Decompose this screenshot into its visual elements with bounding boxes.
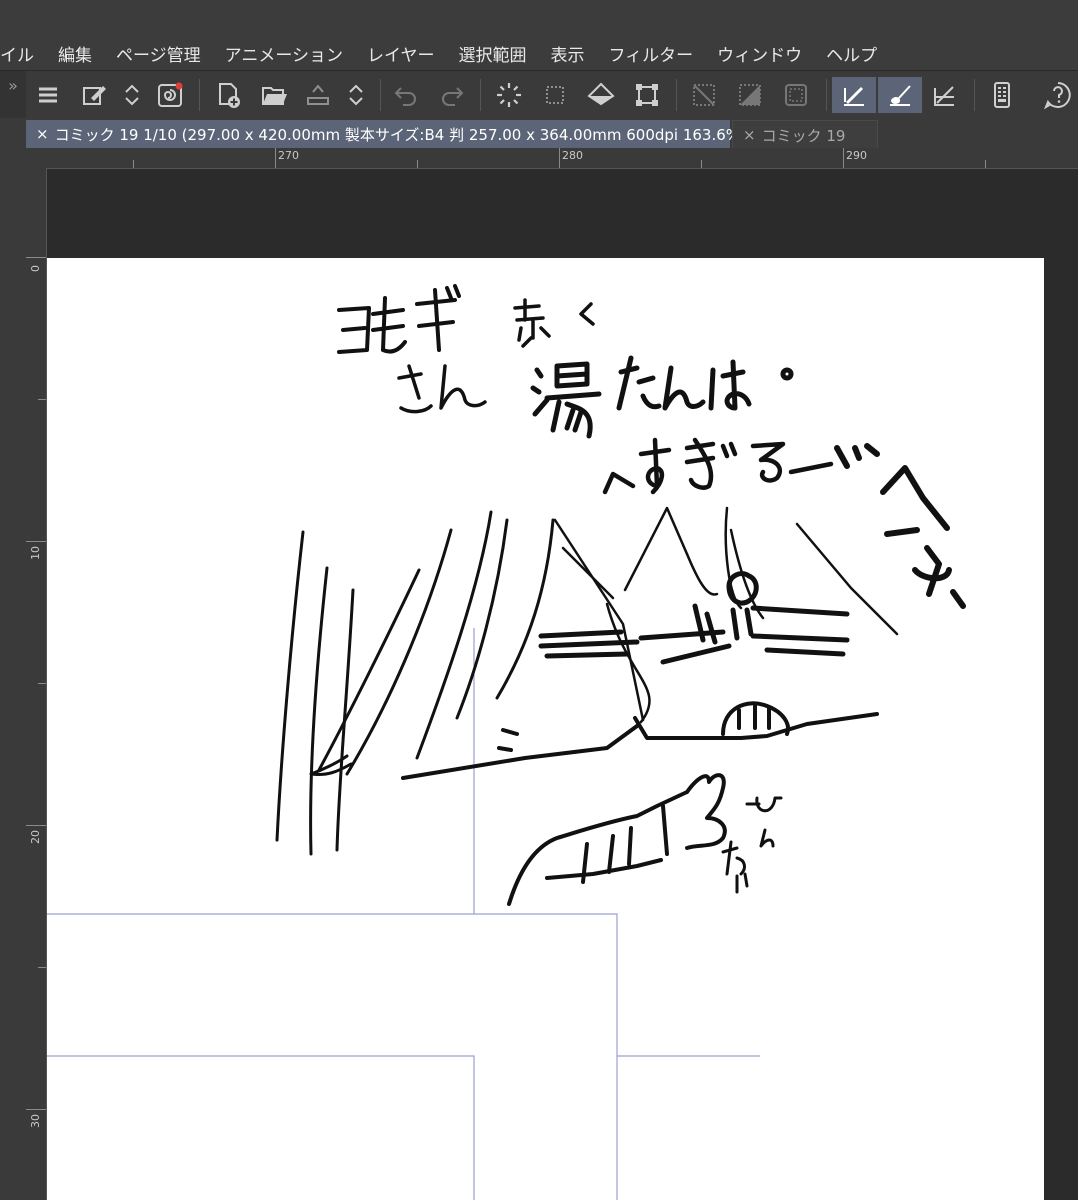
invert-selection-icon[interactable] [732, 77, 768, 113]
menu-icon[interactable] [30, 77, 66, 113]
fill-icon[interactable] [583, 77, 619, 113]
close-tab-icon[interactable]: × [743, 126, 756, 144]
save-icon[interactable] [300, 77, 336, 113]
undo-icon[interactable] [388, 77, 424, 113]
device-icon[interactable] [984, 77, 1020, 113]
brush-icon[interactable] [878, 77, 922, 113]
canvas-tool-icon[interactable] [76, 77, 112, 113]
loading-icon[interactable] [491, 77, 527, 113]
tab-bar: × コミック 19 1/10 (297.00 x 420.00mm 製本サイズ:… [0, 118, 1078, 150]
selection-outline-icon[interactable] [778, 77, 814, 113]
selection-clear-icon[interactable] [537, 77, 573, 113]
rough-sketch [47, 284, 966, 1200]
tab-label: コミック 19 1/10 (297.00 x 420.00mm 製本サイズ:B4… [54, 125, 746, 144]
collapse-panel-button[interactable]: » [0, 71, 26, 119]
menu-view[interactable]: 表示 [539, 41, 597, 66]
open-folder-icon[interactable] [256, 77, 292, 113]
menu-layer[interactable]: レイヤー [355, 41, 447, 66]
menu-edit[interactable]: 編集 [46, 41, 104, 66]
new-page-icon[interactable] [210, 77, 246, 113]
tab-label: コミック 19 [761, 126, 846, 145]
close-tab-icon[interactable]: × [36, 125, 49, 143]
tab-comic-19[interactable]: × コミック 19 [732, 120, 878, 150]
menu-help[interactable]: ヘルプ [814, 41, 889, 66]
pen-icon[interactable] [832, 77, 876, 113]
transform-icon[interactable] [629, 77, 665, 113]
canvas-area[interactable] [47, 169, 1078, 1200]
ruler-label: 30 [29, 1114, 42, 1128]
command-bar: » [0, 70, 1078, 119]
ruler-label: 270 [278, 149, 299, 162]
spiral-icon[interactable] [152, 77, 188, 113]
ruler-label: 20 [29, 830, 42, 844]
menu-file[interactable]: イル [0, 41, 46, 66]
menu-page-management[interactable]: ページ管理 [104, 41, 213, 66]
ruler-label: 280 [562, 149, 583, 162]
horizontal-ruler: 270 280 290 [26, 148, 1078, 169]
manga-page[interactable] [47, 258, 1044, 1200]
up-down-icon[interactable] [114, 77, 150, 113]
title-bar [0, 0, 1078, 36]
help-icon[interactable] [1040, 77, 1076, 113]
redo-icon[interactable] [434, 77, 470, 113]
menu-selection[interactable]: 選択範囲 [447, 41, 539, 66]
up-down-icon[interactable] [338, 77, 374, 113]
menu-filter[interactable]: フィルター [597, 41, 706, 66]
ruler-label: 0 [29, 265, 42, 272]
ruler-label: 290 [846, 149, 867, 162]
menu-animation[interactable]: アニメーション [213, 41, 355, 66]
ruler-label: 10 [29, 546, 42, 560]
menu-bar: イル 編集 ページ管理 アニメーション レイヤー 選択範囲 表示 フィルター ウ… [0, 36, 1078, 70]
ruler-pen-icon[interactable] [926, 77, 962, 113]
left-panel-strip [0, 118, 26, 1200]
panel-frames [47, 628, 760, 1200]
deselect-icon[interactable] [686, 77, 722, 113]
menu-window[interactable]: ウィンドウ [705, 41, 814, 66]
tab-comic-19-page[interactable]: × コミック 19 1/10 (297.00 x 420.00mm 製本サイズ:… [26, 120, 746, 148]
vertical-ruler: 0 10 20 30 [26, 168, 47, 1200]
